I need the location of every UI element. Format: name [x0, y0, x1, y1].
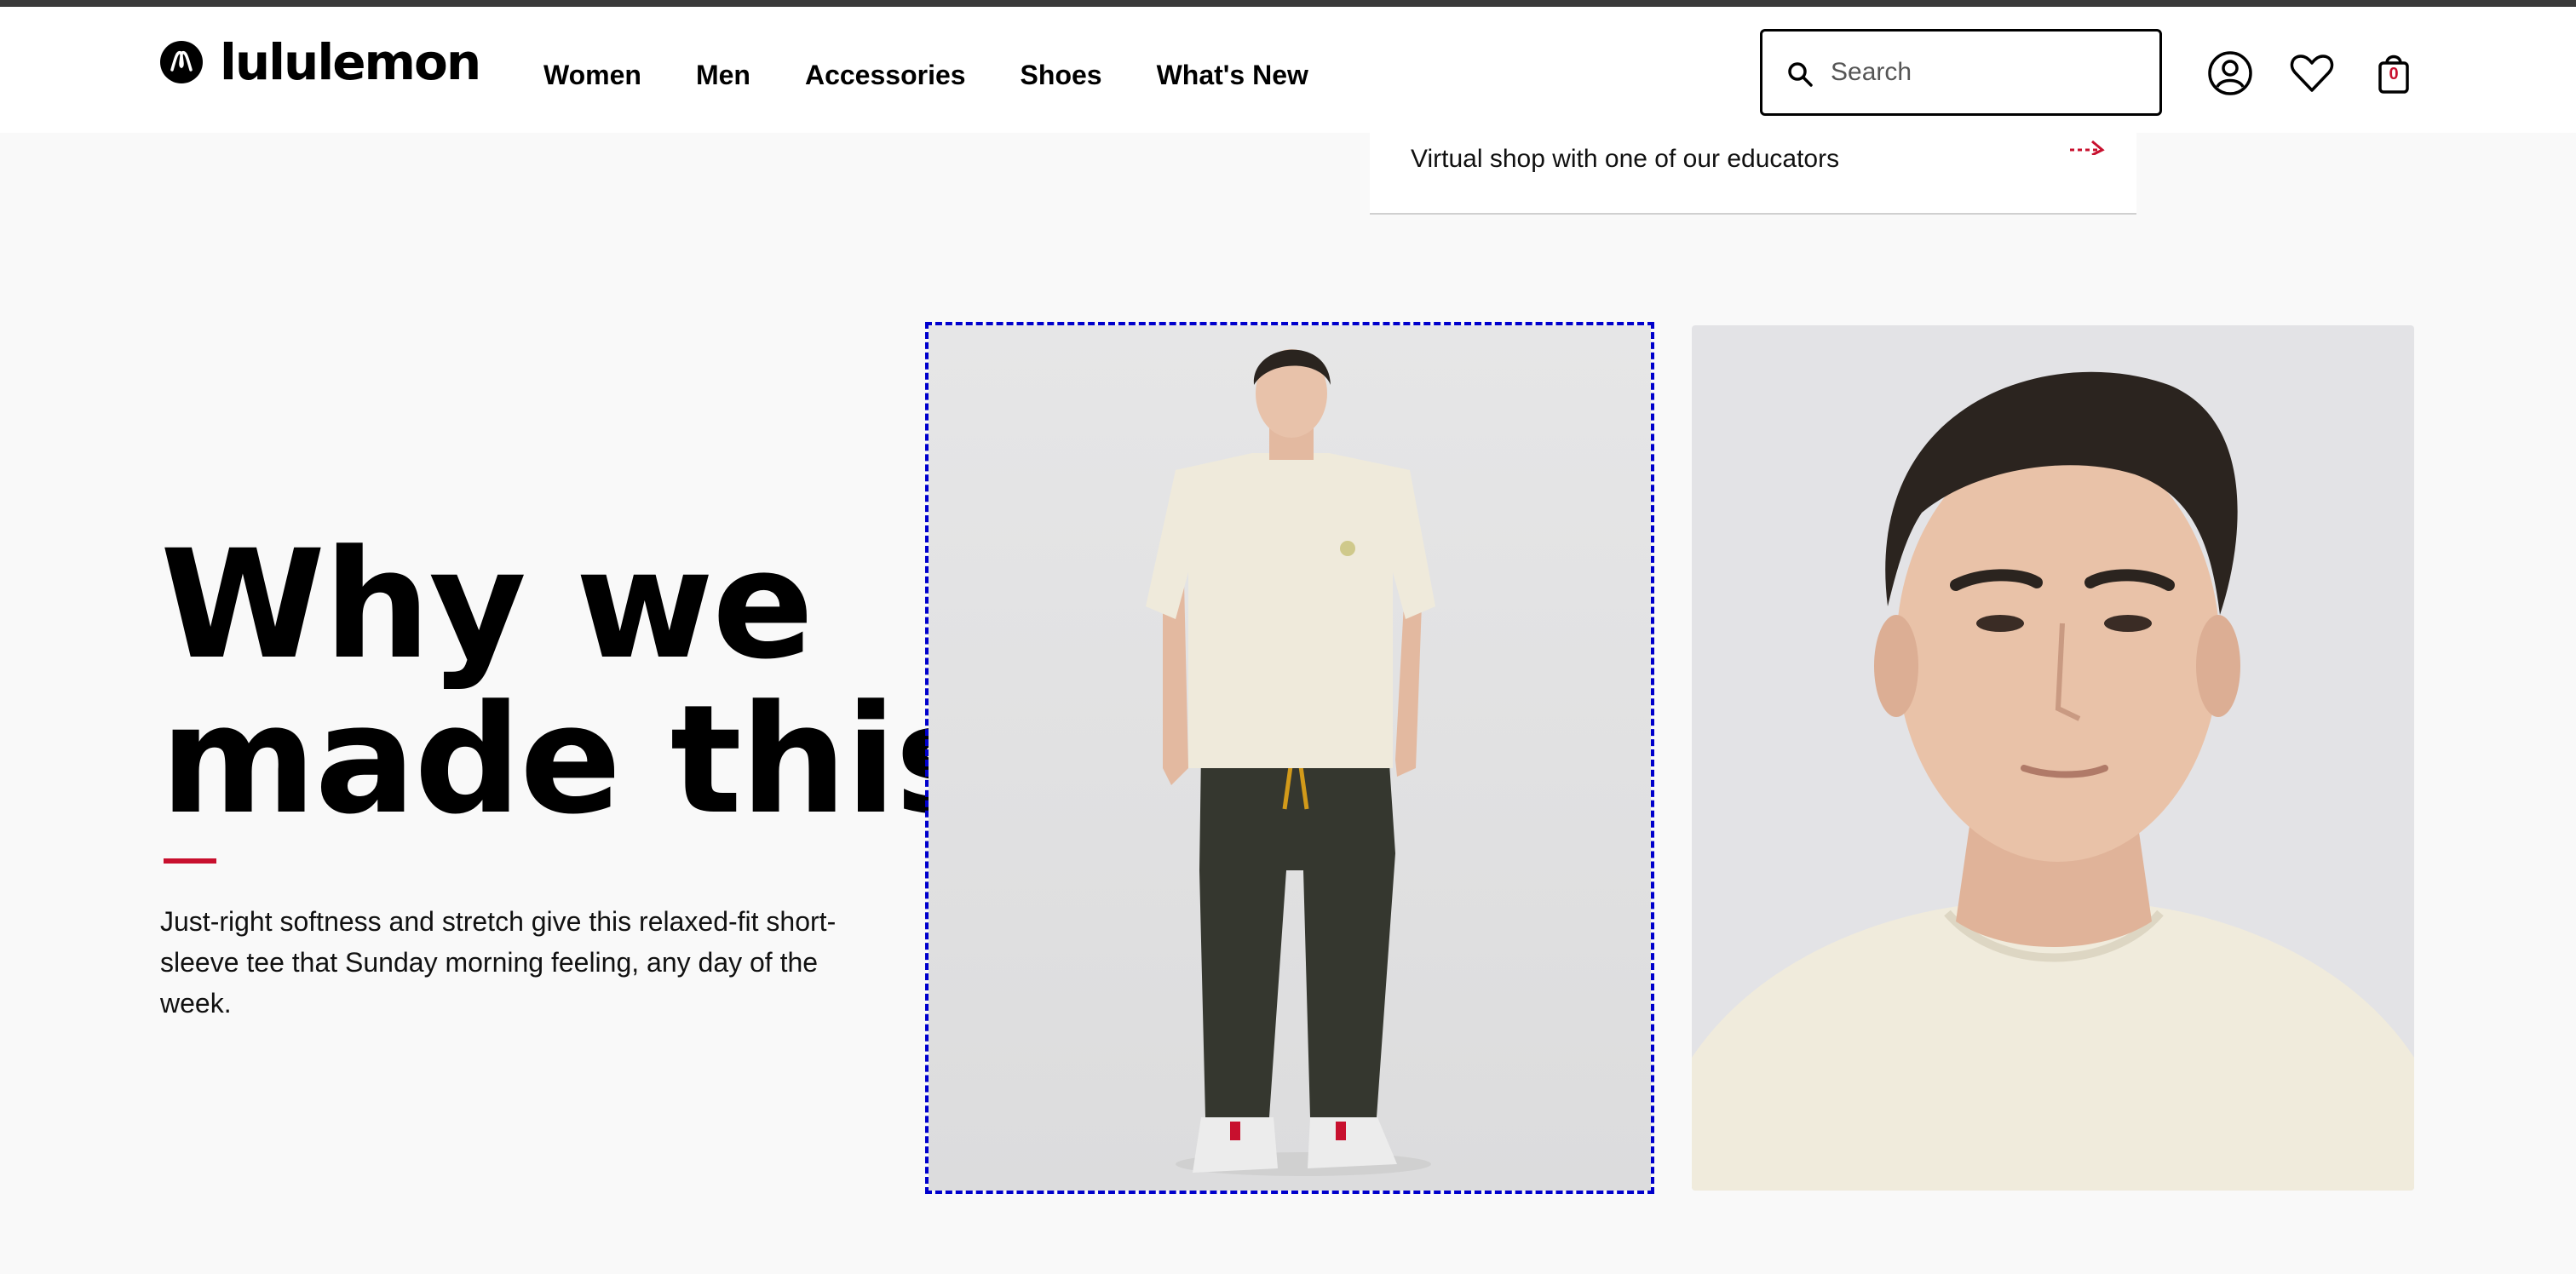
nav-item-whats-new[interactable]: What's New	[1157, 58, 1308, 92]
browser-top-strip	[0, 0, 2576, 7]
search-box[interactable]	[1760, 29, 2162, 116]
main-nav: Women Men Accessories Shoes What's New	[543, 58, 1308, 92]
site-header: lululemon Women Men Accessories Shoes Wh…	[0, 7, 2576, 133]
arrow-right-icon	[2070, 140, 2105, 155]
model-full-body-image	[929, 325, 1651, 1191]
accent-divider	[164, 858, 216, 864]
search-input[interactable]	[1831, 54, 2137, 91]
headline-line-2: made this	[160, 673, 984, 847]
section-headline: Why we made this	[160, 518, 984, 847]
promo-text: Virtual shop with one of our educators	[1411, 145, 1840, 173]
nav-item-accessories[interactable]: Accessories	[805, 58, 966, 92]
headline-line-1: Why we	[160, 518, 814, 692]
virtual-shop-card[interactable]: Virtual shop with one of our educators	[1370, 133, 2136, 215]
nav-item-shoes[interactable]: Shoes	[1021, 58, 1102, 92]
model-closeup-image	[1692, 325, 2414, 1191]
nav-item-women[interactable]: Women	[543, 58, 641, 92]
brand-wordmark: lululemon	[220, 33, 481, 91]
product-photo-full-body[interactable]	[925, 322, 1654, 1194]
lululemon-logo-icon	[160, 41, 203, 83]
heart-icon[interactable]	[2288, 49, 2336, 97]
nav-item-men[interactable]: Men	[696, 58, 750, 92]
bag-count-badge: 0	[2389, 65, 2399, 83]
search-icon[interactable]	[1786, 60, 1814, 88]
product-photo-closeup[interactable]	[1692, 325, 2414, 1191]
brand-logo[interactable]: lululemon	[160, 33, 481, 91]
section-description: Just-right softness and stretch give thi…	[160, 906, 837, 1019]
account-icon[interactable]	[2206, 49, 2254, 97]
